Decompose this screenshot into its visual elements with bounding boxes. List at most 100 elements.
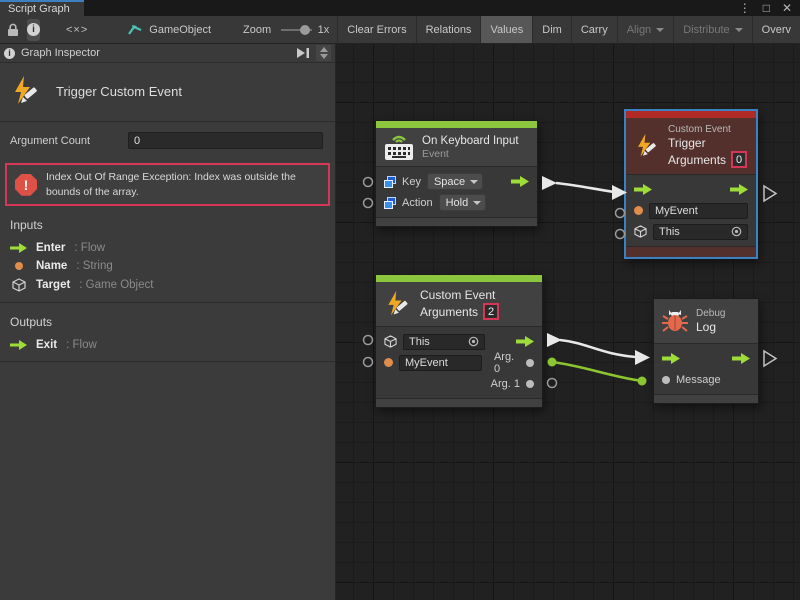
name-row: MyEvent xyxy=(626,200,756,221)
object-picker-icon[interactable] xyxy=(468,336,479,347)
input-port[interactable] xyxy=(364,199,373,208)
event-name-field[interactable]: MyEvent xyxy=(649,203,748,219)
align-caret-icon xyxy=(656,28,664,36)
values-button[interactable]: Values xyxy=(480,16,532,43)
zoom-slider[interactable] xyxy=(281,23,312,37)
key-dropdown[interactable]: Space xyxy=(427,173,483,190)
node-body: Message xyxy=(654,344,758,394)
flow-in-port[interactable] xyxy=(662,353,680,364)
distribute-button[interactable]: Distribute xyxy=(673,16,751,43)
target-field[interactable]: This xyxy=(403,334,485,350)
flow-row xyxy=(626,179,756,200)
arguments-value-badge[interactable]: 0 xyxy=(731,151,747,168)
target-row: This xyxy=(626,221,756,242)
divider xyxy=(0,361,335,362)
object-picker-icon[interactable] xyxy=(731,226,742,237)
target-row: This xyxy=(376,331,542,352)
message-row: Message xyxy=(654,369,758,390)
spinner-up-icon[interactable] xyxy=(320,43,328,52)
flow-out-port[interactable] xyxy=(730,184,748,195)
flow-out-port[interactable] xyxy=(516,336,534,347)
align-button[interactable]: Align xyxy=(617,16,673,43)
action-row: Action Hold xyxy=(376,192,537,213)
input-target-row: Target : Game Object xyxy=(0,275,335,295)
zoom-slider-knob[interactable] xyxy=(300,25,310,35)
node-body: MyEvent This xyxy=(626,175,756,246)
key-label: Key xyxy=(402,176,421,188)
input-port[interactable] xyxy=(364,336,373,345)
input-enter-row: Enter : Flow xyxy=(0,239,335,257)
clear-errors-button[interactable]: Clear Errors xyxy=(337,16,415,43)
event-name-value: MyEvent xyxy=(655,205,698,217)
event-name-value: MyEvent xyxy=(405,357,448,369)
maximize-icon[interactable]: □ xyxy=(763,1,770,15)
node-on-keyboard-input[interactable]: On Keyboard Input Event Key Space Acti xyxy=(375,120,538,227)
argument-count-input[interactable] xyxy=(128,132,323,149)
event-name-field[interactable]: MyEvent xyxy=(399,355,482,371)
info-icon xyxy=(27,23,40,36)
close-icon[interactable]: ✕ xyxy=(782,1,792,15)
spinner-down-icon[interactable] xyxy=(320,54,328,63)
flow-arrow-icon xyxy=(10,340,27,350)
node-color-bar xyxy=(376,275,542,282)
action-dropdown[interactable]: Hold xyxy=(439,194,487,211)
node-category: Custom Event xyxy=(668,124,747,135)
flow-in-port[interactable] xyxy=(634,184,652,195)
message-port[interactable] xyxy=(662,376,670,384)
arg1-port[interactable] xyxy=(526,380,534,388)
output-exit-row: Exit : Flow xyxy=(0,336,335,354)
panel-toggle-icon[interactable] xyxy=(296,47,310,59)
enum-icon xyxy=(384,176,396,188)
code-icon[interactable]: <×> xyxy=(66,24,88,36)
carry-button[interactable]: Carry xyxy=(571,16,617,43)
error-banner: Index Out Of Range Exception: Index was … xyxy=(5,163,330,206)
flow-out-port[interactable] xyxy=(511,176,529,187)
node-subtitle: Event xyxy=(422,148,519,160)
distribute-label: Distribute xyxy=(683,24,729,36)
tab-script-graph[interactable]: Script Graph xyxy=(0,0,84,16)
arguments-value-badge[interactable]: 2 xyxy=(483,303,499,320)
flow-out-port[interactable] xyxy=(732,353,750,364)
zoom-value: 1x xyxy=(318,24,330,36)
custom-event-icon xyxy=(10,75,42,107)
flow-wire-customevent-to-log xyxy=(560,340,636,357)
arg1-row: Arg. 1 xyxy=(376,373,542,394)
gameobject-reference[interactable]: GameObject xyxy=(128,24,211,36)
string-port[interactable] xyxy=(384,358,393,367)
input-port[interactable] xyxy=(364,358,373,367)
kebab-menu-icon[interactable]: ⋮ xyxy=(739,1,751,15)
custom-event-icon xyxy=(634,133,660,159)
inputs-heading: Inputs xyxy=(0,206,335,239)
inspector-toggle-button[interactable] xyxy=(27,19,40,41)
flow-out-hint-triangle[interactable] xyxy=(764,186,776,201)
target-field[interactable]: This xyxy=(653,224,748,240)
value-wire-arg0-to-message xyxy=(552,362,642,381)
node-header: Debug Log xyxy=(654,299,758,344)
port-type: : Game Object xyxy=(79,279,153,291)
flow-wire-keyboard-to-trigger xyxy=(556,183,614,192)
node-color-bar xyxy=(376,121,537,128)
argument-count-label: Argument Count xyxy=(10,135,120,147)
wire-dest-arrow xyxy=(635,350,650,365)
graph-canvas[interactable]: On Keyboard Input Event Key Space Acti xyxy=(336,44,800,600)
arg0-port[interactable] xyxy=(526,359,534,367)
flow-out-hint-triangle[interactable] xyxy=(764,351,776,366)
inspector-title-row: Trigger Custom Event xyxy=(0,63,335,121)
spinner-control[interactable] xyxy=(316,45,331,61)
toolbar-buttons: Clear Errors Relations Values Dim Carry … xyxy=(337,16,800,43)
string-port[interactable] xyxy=(634,206,643,215)
string-dot-icon xyxy=(10,262,27,270)
key-value: Space xyxy=(434,176,465,188)
value-wire-dest-dot xyxy=(638,377,647,386)
node-body: This MyEvent Arg. 0 xyxy=(376,327,542,398)
input-port[interactable] xyxy=(364,178,373,187)
node-footer xyxy=(376,398,542,407)
dim-button[interactable]: Dim xyxy=(532,16,571,43)
relations-button[interactable]: Relations xyxy=(416,16,481,43)
node-trigger-custom-event[interactable]: Custom Event Trigger Arguments 0 xyxy=(624,109,758,259)
overview-button[interactable]: Overv xyxy=(752,16,800,43)
arg1-output-port[interactable] xyxy=(548,379,557,388)
node-debug-log[interactable]: Debug Log Message xyxy=(653,298,759,404)
lock-icon[interactable] xyxy=(7,23,19,37)
node-custom-event[interactable]: Custom Event Arguments 2 This xyxy=(375,274,543,408)
